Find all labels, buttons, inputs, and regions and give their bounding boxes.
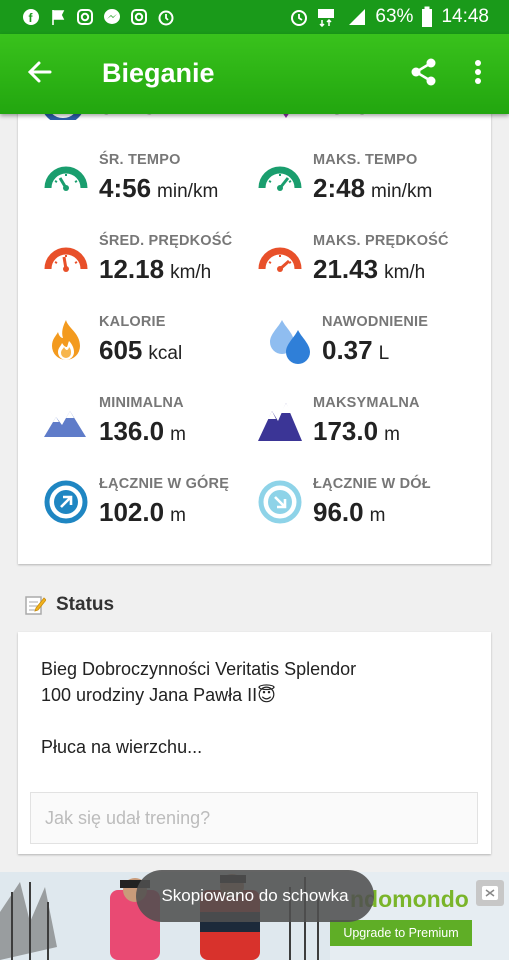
avg-pace-metric: ŚR. TEMPO 4:56 min/km bbox=[42, 152, 272, 224]
metric-unit: kcal bbox=[148, 343, 183, 364]
metric-label: MAKSYMALNA bbox=[313, 395, 420, 411]
metric-value: 173.0 bbox=[313, 416, 379, 446]
alarm-clock-icon bbox=[291, 10, 308, 26]
flag-icon bbox=[49, 8, 67, 26]
status-card: Bieg Dobroczynności Veritatis Splendor 1… bbox=[18, 632, 491, 854]
app-toolbar: Bieganie bbox=[0, 34, 509, 114]
metric-value: 102.0 bbox=[99, 497, 165, 527]
min-altitude-metric: MINIMALNA 136.0 m bbox=[42, 395, 272, 467]
instagram-icon-2 bbox=[130, 8, 148, 26]
share-icon[interactable] bbox=[408, 56, 440, 88]
calories-metric: KALORIE 605 kcal bbox=[42, 314, 272, 386]
metric-label: ŁĄCZNIE W GÓRĘ bbox=[99, 476, 230, 492]
metric-unit: min/km bbox=[157, 181, 219, 202]
metric-unit: m bbox=[170, 505, 186, 526]
status-line-1: Bieg Dobroczynności Veritatis Splendor bbox=[41, 659, 357, 679]
total-descent-metric: ŁĄCZNIE W DÓŁ 96.0 m bbox=[256, 476, 486, 548]
hydration-metric: NAWODNIENIE 0.37 L bbox=[266, 314, 491, 386]
status-line-3: Płuca na wierzchu... bbox=[41, 737, 203, 757]
clipboard-toast: Skopiowano do schowka bbox=[136, 870, 374, 922]
comment-placeholder: Jak się udał trening? bbox=[45, 808, 211, 828]
avg-speed-metric: ŚRED. PRĘDKOŚĆ 12.18 km/h bbox=[42, 233, 272, 305]
mountains-light-icon bbox=[44, 411, 86, 437]
system-indicators: 63% 14:48 bbox=[289, 6, 489, 28]
metric-value: 136.0 bbox=[99, 416, 165, 446]
metric-unit: km/h bbox=[170, 262, 212, 283]
metric-value: 2:48 bbox=[313, 173, 366, 203]
max-altitude-metric: MAKSYMALNA 173.0 m bbox=[256, 395, 486, 467]
comment-input[interactable]: Jak się udał trening? bbox=[30, 792, 478, 844]
max-pace-metric: MAKS. TEMPO 2:48 min/km bbox=[256, 152, 486, 224]
metric-unit: L bbox=[378, 343, 390, 364]
status-post-text: Bieg Dobroczynności Veritatis Splendor 1… bbox=[41, 656, 481, 760]
ad-close-icon[interactable] bbox=[476, 880, 504, 906]
alarm-icon bbox=[157, 8, 175, 26]
metric-label: KALORIE bbox=[99, 314, 166, 330]
metric-unit: km/h bbox=[384, 262, 426, 283]
metric-unit: m bbox=[369, 505, 386, 526]
status-line-2: 100 urodziny Jana Pawła II😇 bbox=[41, 685, 276, 705]
arrow-up-circle-icon bbox=[44, 480, 88, 524]
battery-percent: 63% bbox=[375, 6, 414, 27]
metric-label: ŁĄCZNIE W DÓŁ bbox=[313, 476, 431, 492]
metric-label: ŚR. TEMPO bbox=[99, 152, 181, 168]
metric-value: 0.37 bbox=[322, 335, 373, 365]
flame-icon bbox=[52, 320, 80, 360]
memo-icon bbox=[25, 596, 46, 615]
metric-unit: min/km bbox=[371, 181, 433, 202]
max-speed-metric: MAKS. PRĘDKOŚĆ 21.43 km/h bbox=[256, 233, 486, 305]
metric-label: MINIMALNA bbox=[99, 395, 184, 411]
status-section-header: Status bbox=[24, 594, 114, 616]
back-arrow-icon[interactable] bbox=[24, 56, 56, 88]
water-drops-icon bbox=[270, 320, 310, 364]
metric-value: 605 bbox=[99, 335, 143, 365]
lte-icon bbox=[318, 9, 335, 27]
metric-value: 4:56 bbox=[99, 173, 152, 203]
metric-label: ŚRED. PRĘDKOŚĆ bbox=[99, 233, 233, 249]
metric-label: MAKS. PRĘDKOŚĆ bbox=[313, 233, 449, 249]
mountains-dark-icon bbox=[258, 403, 302, 441]
overflow-menu-icon[interactable] bbox=[466, 56, 490, 88]
page-title: Bieganie bbox=[102, 58, 215, 88]
gauge-red-icon bbox=[44, 247, 88, 272]
system-status-bar: f 63% 14:48 bbox=[0, 0, 509, 34]
metric-unit: m bbox=[170, 424, 186, 445]
instagram-icon bbox=[76, 8, 94, 26]
gauge-red-icon bbox=[258, 247, 302, 272]
stats-card: 0:49:17 10.01 km ŚR. TEMPO 4:56min/km MA… bbox=[18, 98, 491, 564]
metric-unit: m bbox=[384, 424, 400, 445]
metric-label: MAKS. TEMPO bbox=[313, 152, 418, 168]
signal-icon bbox=[349, 9, 366, 25]
metric-value: 21.43 bbox=[313, 254, 379, 284]
gauge-green-icon bbox=[44, 166, 88, 191]
clock: 14:48 bbox=[441, 6, 489, 27]
metric-value: 12.18 bbox=[99, 254, 165, 284]
arrow-down-circle-icon bbox=[258, 480, 302, 524]
notification-icons: f bbox=[22, 8, 175, 26]
upgrade-premium-button[interactable]: Upgrade to Premium bbox=[330, 920, 472, 946]
metric-label: NAWODNIENIE bbox=[322, 314, 429, 330]
battery-icon bbox=[422, 6, 433, 27]
total-ascent-metric: ŁĄCZNIE W GÓRĘ 102.0 m bbox=[42, 476, 272, 548]
metric-value: 96.0 bbox=[313, 497, 364, 527]
facebook-icon: f bbox=[22, 8, 40, 26]
gauge-green-icon bbox=[258, 166, 302, 191]
status-heading: Status bbox=[56, 594, 115, 615]
messenger-icon bbox=[103, 8, 121, 26]
